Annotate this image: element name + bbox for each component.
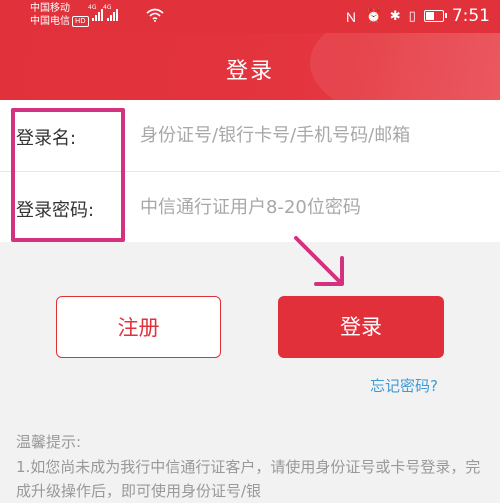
tips-body: 1.如您尚未成为我行中信通行证客户，请使用身份证号或卡号登录，完成升级操作后，即… [16,458,481,500]
carrier-info: 中国移动 中国电信 HD [30,2,89,28]
register-button[interactable]: 注册 [56,296,221,358]
battery-icon [423,10,447,22]
hd-badge: HD [72,15,89,27]
carrier-2: 中国电信 [30,16,70,27]
title-bar: 登录 [0,33,500,100]
network-tag: 4G [103,4,112,11]
bluetooth-icon: ✱ [389,8,401,24]
nfc-icon: Ｎ [344,10,358,26]
annotation-highlight-box [11,108,125,242]
tips-title: 温馨提示: [16,433,82,451]
carrier-1: 中国移动 [30,3,70,14]
password-input[interactable] [140,192,485,222]
vibrate-icon: ▯ [408,8,416,24]
status-right: Ｎ ⏰ ✱ ▯ 7:51 [345,6,490,26]
alarm-icon: ⏰ [365,8,382,24]
login-button[interactable]: 登录 [278,296,444,358]
page-title: 登录 [225,59,274,84]
forgot-password-link[interactable]: 忘记密码? [370,375,438,396]
signal-icon: 4G [88,4,103,21]
signal-icon: 4G [103,4,118,21]
annotation-arrow-icon [294,236,344,286]
signal-indicators: 4G 4G [88,4,118,21]
status-bar: 中国移动 中国电信 HD 4G 4G Ｎ ⏰ ✱ ▯ 7:51 [0,0,500,33]
network-tag: 4G [88,4,97,11]
clock: 7:51 [451,6,490,26]
wifi-icon [146,8,164,22]
username-input[interactable] [140,120,485,150]
